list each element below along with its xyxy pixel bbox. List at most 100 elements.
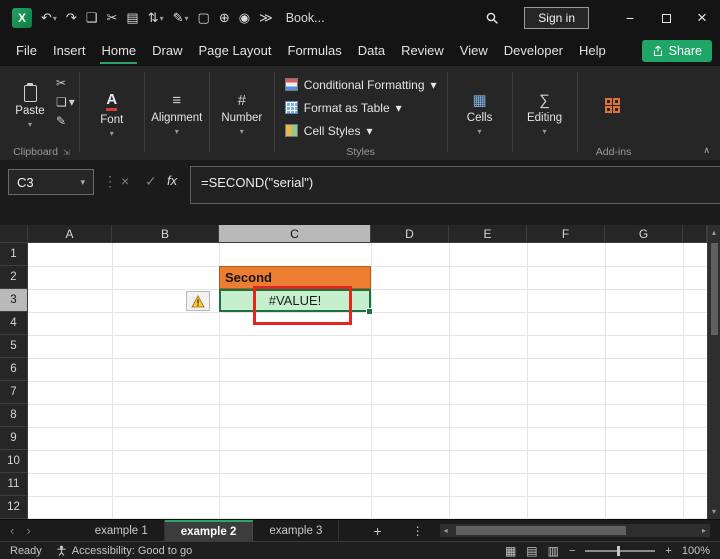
format-painter-button[interactable]: ✎	[56, 115, 75, 127]
row-header-1[interactable]: 1	[0, 243, 28, 266]
excel-logo-icon[interactable]: X	[12, 8, 32, 28]
tab-draw[interactable]: Draw	[144, 36, 190, 66]
tab-review[interactable]: Review	[393, 36, 452, 66]
zoom-level[interactable]: 100%	[682, 545, 710, 557]
cut-icon[interactable]: ✂	[106, 10, 117, 26]
new-document-icon[interactable]: ▢	[198, 10, 210, 26]
redo-icon[interactable]: ↷	[66, 10, 77, 26]
share-button[interactable]: Share	[641, 40, 712, 62]
format-painter-icon[interactable]: ✎ ▾	[173, 10, 189, 26]
column-header-d[interactable]: D	[371, 225, 449, 243]
vertical-scrollbar[interactable]: ▴ ▾	[707, 225, 720, 519]
camera-icon[interactable]: ◉	[239, 10, 250, 26]
row-header-8[interactable]: 8	[0, 404, 28, 427]
row-header-2[interactable]: 2	[0, 266, 28, 289]
vertical-scrollbar-thumb[interactable]	[711, 243, 718, 335]
paste-button[interactable]: Paste ▾	[8, 69, 52, 144]
scroll-up-icon[interactable]: ▴	[708, 228, 720, 237]
horizontal-scrollbar[interactable]: ◂ ▸	[439, 524, 710, 537]
scroll-left-icon[interactable]: ◂	[444, 526, 448, 535]
tab-page-layout[interactable]: Page Layout	[191, 36, 280, 66]
tab-file[interactable]: File	[8, 36, 45, 66]
sheet-tab-example-2[interactable]: example 2	[164, 520, 254, 541]
enter-icon[interactable]: ✓	[145, 173, 157, 190]
column-header-b[interactable]: B	[112, 225, 219, 243]
number-group-button[interactable]: # Number ▾	[214, 69, 270, 160]
spreadsheet-grid[interactable]: A B C D E F G 1 2 3 4 5 6 7 8 9 10 11 12	[0, 225, 707, 519]
row-header-5[interactable]: 5	[0, 335, 28, 358]
share-icon	[653, 45, 662, 57]
insert-icon[interactable]: ⊕	[219, 10, 230, 26]
collapse-ribbon-icon[interactable]: ∧	[703, 145, 710, 156]
more-commands-icon[interactable]: ≫	[259, 10, 273, 26]
zoom-in-icon[interactable]: +	[665, 545, 671, 557]
row-header-9[interactable]: 9	[0, 427, 28, 450]
error-checking-button[interactable]	[186, 291, 210, 311]
column-header-f[interactable]: F	[527, 225, 605, 243]
conditional-formatting-button[interactable]: Conditional Formatting ▾	[279, 73, 443, 96]
tab-insert[interactable]: Insert	[45, 36, 94, 66]
row-header-6[interactable]: 6	[0, 358, 28, 381]
search-icon[interactable]	[485, 11, 499, 25]
accessibility-status[interactable]: Accessibility: Good to go	[56, 545, 192, 557]
undo-icon[interactable]: ↶ ▾	[41, 10, 57, 26]
sheet-options-icon[interactable]: ⋮	[412, 520, 424, 541]
insert-function-icon[interactable]: fx	[167, 173, 177, 188]
name-box[interactable]: C3 ▾	[8, 169, 94, 195]
scroll-down-icon[interactable]: ▾	[708, 507, 720, 516]
tab-developer[interactable]: Developer	[496, 36, 571, 66]
zoom-out-icon[interactable]: −	[569, 545, 575, 557]
maximize-button[interactable]	[648, 0, 684, 36]
fill-handle[interactable]	[366, 308, 373, 315]
namebox-resize-handle[interactable]: ⋮	[103, 173, 117, 190]
paste-icon[interactable]: ▤	[126, 10, 138, 26]
row-header-4[interactable]: 4	[0, 312, 28, 335]
row-header-12[interactable]: 12	[0, 496, 28, 519]
tab-home[interactable]: Home	[93, 36, 144, 66]
status-bar-right: ▦ ▤ ▥ − + 100%	[505, 544, 710, 558]
copy-button[interactable]: ❏ ▾	[56, 96, 75, 108]
format-as-table-button[interactable]: Format as Table ▾	[279, 96, 443, 119]
normal-view-icon[interactable]: ▦	[505, 544, 516, 558]
sign-in-button[interactable]: Sign in	[524, 7, 589, 29]
sort-icon[interactable]: ⇅ ▾	[148, 10, 164, 26]
zoom-slider[interactable]	[585, 545, 656, 556]
horizontal-scrollbar-thumb[interactable]	[455, 526, 626, 535]
close-button[interactable]: ×	[684, 0, 720, 36]
page-break-view-icon[interactable]: ▥	[548, 544, 559, 558]
tab-help[interactable]: Help	[571, 36, 614, 66]
scroll-right-icon[interactable]: ▸	[702, 526, 706, 535]
minimize-button[interactable]: −	[612, 0, 648, 36]
dialog-launcher-icon[interactable]: ⇲	[63, 148, 70, 157]
select-all-corner[interactable]	[0, 225, 28, 243]
row-header-10[interactable]: 10	[0, 450, 28, 473]
copy-icon[interactable]: ❏	[86, 10, 98, 26]
font-group-button[interactable]: A Font ▾	[84, 69, 140, 160]
prev-sheet-icon[interactable]: ‹	[10, 523, 14, 538]
sheet-tab-example-1[interactable]: example 1	[79, 520, 165, 541]
row-header-7[interactable]: 7	[0, 381, 28, 404]
column-header-g[interactable]: G	[605, 225, 683, 243]
column-header-c[interactable]: C	[219, 225, 371, 243]
next-sheet-icon[interactable]: ›	[26, 523, 30, 538]
page-layout-view-icon[interactable]: ▤	[526, 544, 537, 558]
namebox-dropdown-icon[interactable]: ▾	[80, 177, 85, 188]
row-header-11[interactable]: 11	[0, 473, 28, 496]
editing-group-button[interactable]: ∑ Editing ▾	[517, 69, 573, 160]
zoom-slider-thumb[interactable]	[617, 545, 621, 556]
cells-group-button[interactable]: ▦ Cells ▾	[452, 69, 508, 160]
cut-button[interactable]: ✂	[56, 77, 75, 89]
add-sheet-button[interactable]: +	[367, 520, 387, 541]
column-header-a[interactable]: A	[28, 225, 112, 243]
tab-data[interactable]: Data	[350, 36, 393, 66]
addins-button[interactable]	[592, 98, 636, 115]
column-header-e[interactable]: E	[449, 225, 527, 243]
cancel-icon[interactable]: ×	[121, 173, 129, 189]
alignment-group-button[interactable]: ≡ Alignment ▾	[149, 69, 205, 160]
tab-formulas[interactable]: Formulas	[280, 36, 350, 66]
cell-styles-button[interactable]: Cell Styles ▾	[279, 119, 443, 142]
formula-input[interactable]: =SECOND("serial")	[190, 166, 720, 204]
row-header-3[interactable]: 3	[0, 289, 28, 312]
sheet-tab-example-3[interactable]: example 3	[253, 520, 340, 541]
tab-view[interactable]: View	[452, 36, 496, 66]
